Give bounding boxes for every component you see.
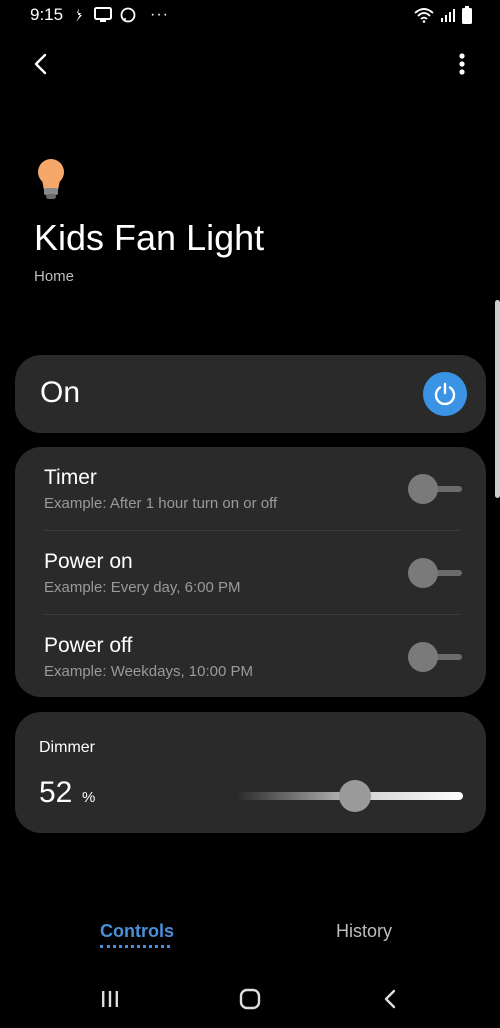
system-nav-bar [0,975,500,1023]
device-location: Home [34,268,75,285]
nav-back-button[interactable] [375,985,405,1013]
monitor-icon [94,7,112,22]
tab-controls[interactable]: Controls [100,921,174,948]
schedule-row-power-off[interactable]: Power off Example: Weekdays, 10:00 PM [15,615,486,699]
whatsapp-icon [120,7,136,23]
tab-history-label: History [336,921,393,941]
status-time: 9:15 [30,5,64,24]
dimmer-slider[interactable] [237,780,463,812]
schedule-title: Power on [44,550,133,573]
tab-controls-label: Controls [100,921,174,941]
slider-thumb[interactable] [338,780,371,812]
status-bar: 9:15 ··· [0,0,500,30]
battery-icon [462,6,472,24]
wifi-icon [414,8,434,23]
schedule-card: Timer Example: After 1 hour turn on or o… [15,447,486,697]
dimmer-card: Dimmer 52 % [15,712,486,833]
timer-toggle[interactable] [408,474,462,504]
light-bulb-icon [38,159,64,199]
status-more-icon: ··· [150,6,169,23]
back-arrow-icon [34,53,47,75]
power-icon [434,382,456,406]
schedule-title: Timer [44,466,97,489]
schedule-example: Example: Every day, 6:00 PM [44,579,241,596]
back-button[interactable] [26,50,54,78]
dimmer-unit: % [82,789,96,806]
back-icon [384,989,396,1009]
power-on-toggle[interactable] [408,558,462,588]
status-system-icons [414,6,472,24]
more-vert-icon [459,53,465,75]
dimmer-label: Dimmer [39,739,95,756]
recent-apps-button[interactable] [95,985,125,1013]
power-card: On [15,355,486,433]
home-button[interactable] [235,985,265,1013]
active-tab-indicator [100,945,170,948]
status-notification-icons: ··· [72,6,169,24]
more-options-button[interactable] [448,50,476,78]
power-button[interactable] [423,372,467,416]
power-off-toggle[interactable] [408,642,462,672]
signal-icon [441,9,455,22]
app-notification-icon [76,8,82,22]
home-icon [239,988,261,1010]
schedule-example: Example: Weekdays, 10:00 PM [44,663,253,680]
device-title: Kids Fan Light [34,217,265,258]
dimmer-value: 52 [39,776,73,809]
schedule-title: Power off [44,634,133,657]
power-state-label: On [40,376,81,409]
schedule-row-timer[interactable]: Timer Example: After 1 hour turn on or o… [15,447,486,531]
tab-history[interactable]: History [336,921,392,942]
schedule-row-power-on[interactable]: Power on Example: Every day, 6:00 PM [15,531,486,615]
scrollbar[interactable] [495,300,500,498]
recent-apps-icon [102,991,118,1007]
schedule-example: Example: After 1 hour turn on or off [44,495,278,512]
